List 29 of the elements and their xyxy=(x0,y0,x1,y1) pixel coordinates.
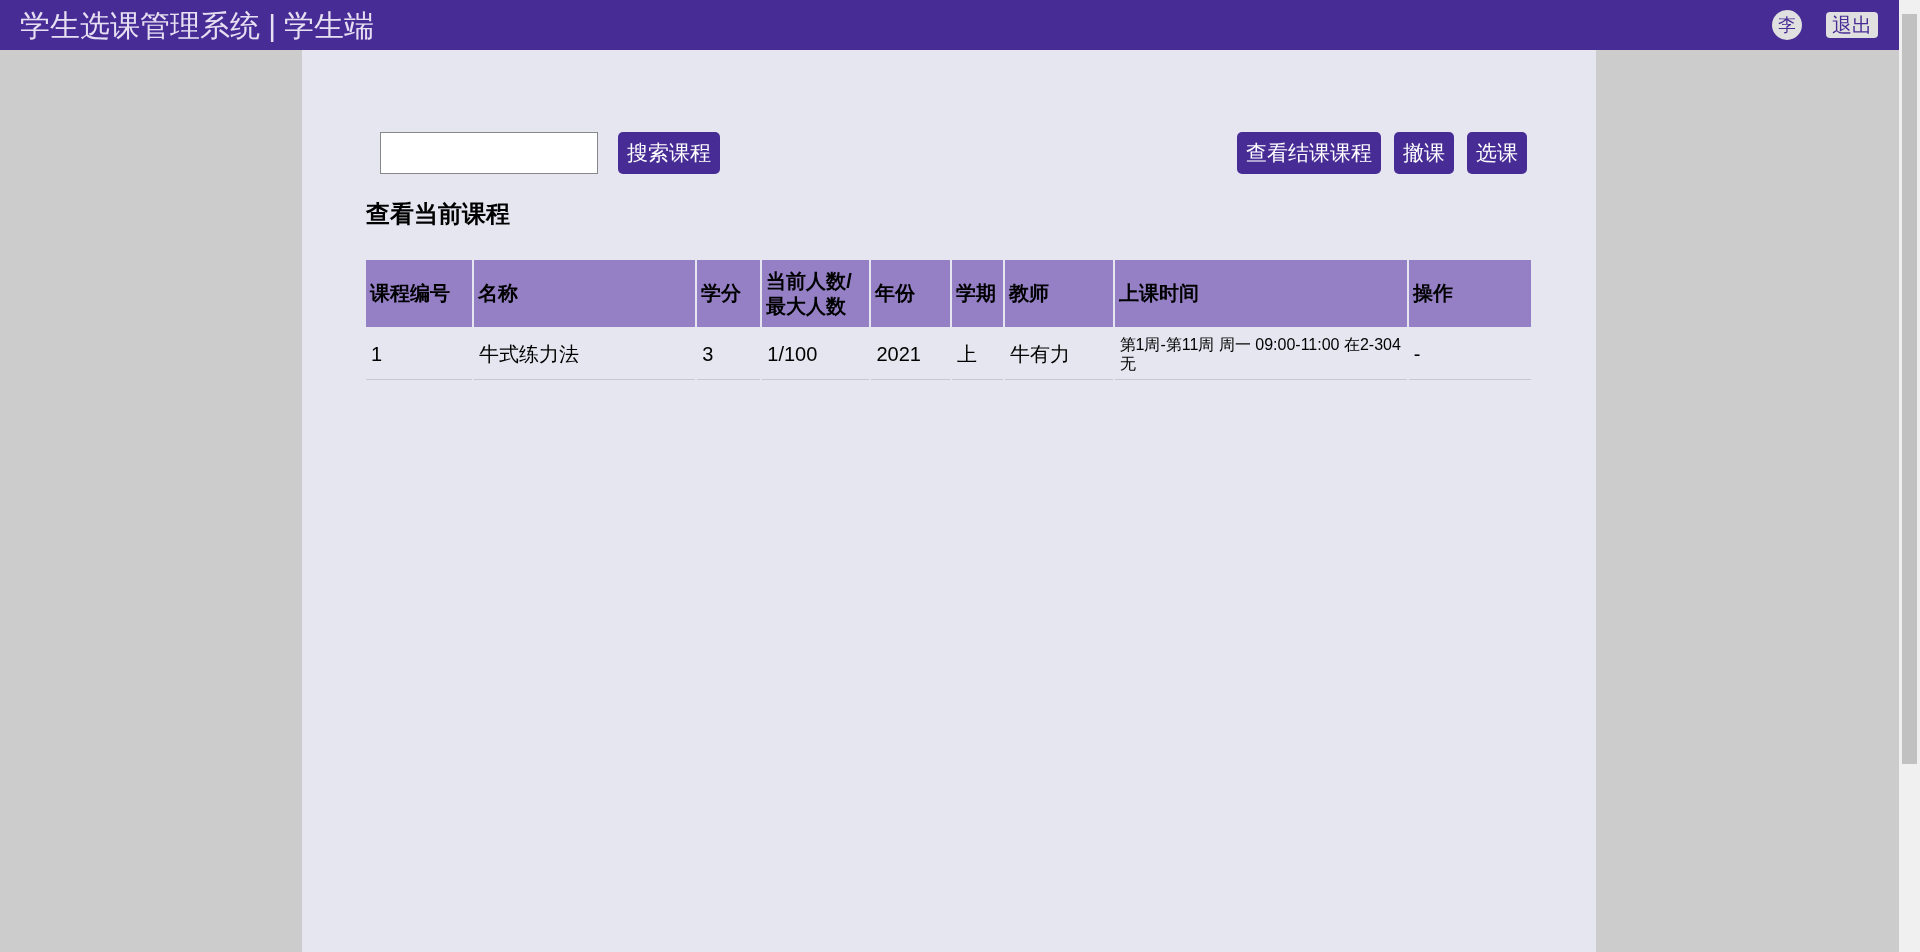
search-course-button[interactable]: 搜索课程 xyxy=(618,132,720,174)
section-heading: 查看当前课程 xyxy=(366,199,511,229)
table-cell: 上 xyxy=(952,329,1004,380)
column-header: 上课时间 xyxy=(1114,260,1407,327)
toolbar-button[interactable]: 选课 xyxy=(1467,132,1527,174)
column-header: 学期 xyxy=(952,260,1004,327)
table-cell: 牛有力 xyxy=(1005,329,1113,380)
column-header: 当前人数/最大人数 xyxy=(762,260,870,327)
app-title: 学生选课管理系统 | 学生端 xyxy=(20,7,375,44)
table-cell: - xyxy=(1408,329,1531,380)
column-header: 学分 xyxy=(697,260,761,327)
table-cell: 第1周-第11周 周一 09:00-11:00 在2-304 无 xyxy=(1114,329,1407,380)
logout-button[interactable]: 退出 xyxy=(1826,12,1878,38)
column-header: 年份 xyxy=(871,260,951,327)
table-cell: 2021 xyxy=(871,329,951,380)
table-cell: 1/100 xyxy=(762,329,870,380)
toolbar-button[interactable]: 查看结课课程 xyxy=(1237,132,1381,174)
search-field[interactable] xyxy=(380,132,598,174)
scrollbar[interactable] xyxy=(1899,0,1920,952)
toolbar-button[interactable]: 撤课 xyxy=(1394,132,1454,174)
table-cell: 1 xyxy=(366,329,473,380)
column-header: 名称 xyxy=(474,260,696,327)
scrollbar-thumb[interactable] xyxy=(1902,14,1917,764)
column-header: 操作 xyxy=(1408,260,1531,327)
table-cell: 3 xyxy=(697,329,761,380)
column-header: 教师 xyxy=(1005,260,1113,327)
table-cell: 牛式练力法 xyxy=(474,329,696,380)
user-avatar[interactable]: 李 xyxy=(1772,10,1802,40)
column-header: 课程编号 xyxy=(366,260,473,327)
